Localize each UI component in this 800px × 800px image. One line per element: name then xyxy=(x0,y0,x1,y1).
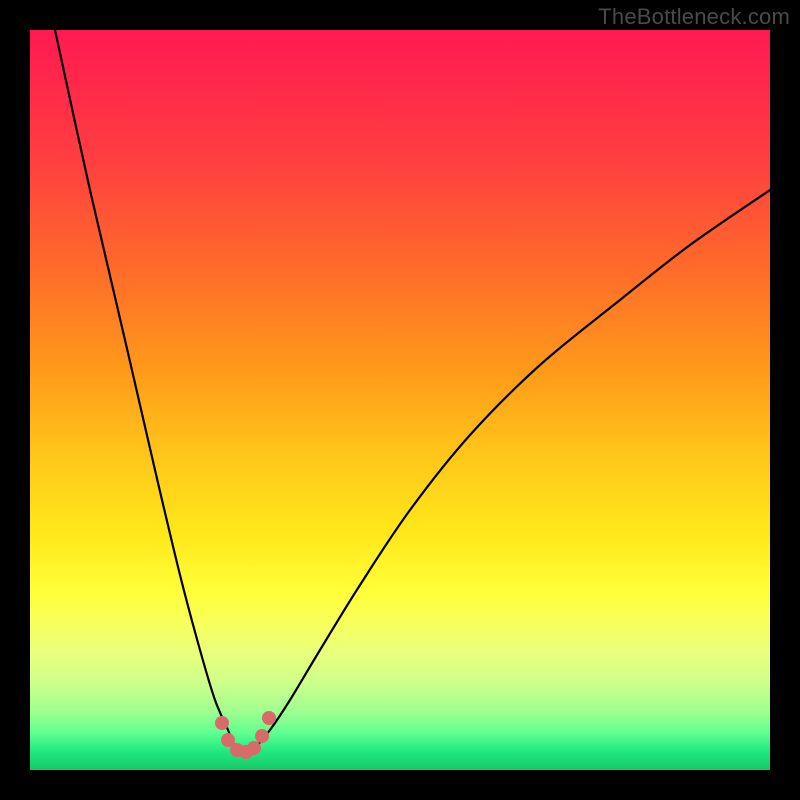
trough-dot xyxy=(247,741,261,755)
trough-dot xyxy=(262,711,276,725)
curve-layer xyxy=(30,30,770,770)
plot-area xyxy=(30,30,770,770)
watermark-text: TheBottleneck.com xyxy=(598,4,790,30)
curve-left-branch xyxy=(55,30,235,748)
trough-dot xyxy=(215,716,229,730)
trough-dot xyxy=(255,729,269,743)
curve-right-branch xyxy=(255,190,770,748)
trough-dots-group xyxy=(215,711,276,759)
